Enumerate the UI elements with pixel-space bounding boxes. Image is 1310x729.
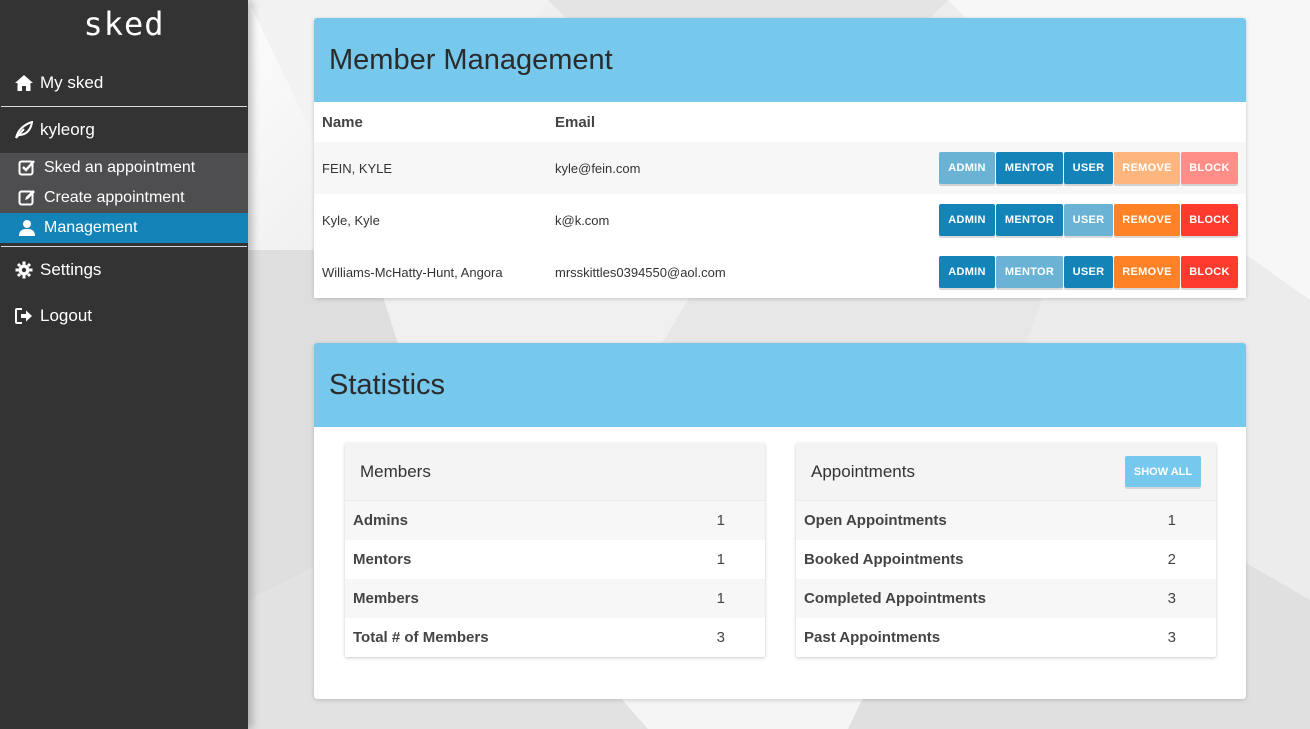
- nav-settings[interactable]: Settings: [0, 247, 248, 293]
- table-row: FEIN, KYLE kyle@fein.com ADMIN MENTOR US…: [314, 142, 1246, 194]
- stat-label: Booked Appointments: [804, 551, 964, 568]
- admin-button[interactable]: ADMIN: [939, 256, 995, 288]
- nav-create-appointment-label: Create appointment: [44, 189, 185, 206]
- stat-value: 1: [716, 551, 725, 568]
- user-button[interactable]: USER: [1064, 256, 1113, 288]
- remove-button[interactable]: REMOVE: [1114, 256, 1180, 288]
- remove-button[interactable]: REMOVE: [1114, 204, 1180, 236]
- members-stat-card: Members Admins 1 Mentors 1 Members 1 Tot…: [345, 443, 765, 657]
- stat-value: 3: [716, 629, 725, 646]
- home-icon: [14, 73, 34, 93]
- logout-icon: [14, 306, 34, 326]
- statistics-body: Members Admins 1 Mentors 1 Members 1 Tot…: [314, 427, 1246, 699]
- stat-label: Open Appointments: [804, 512, 947, 529]
- stat-row: Admins 1: [345, 501, 765, 540]
- block-button[interactable]: BLOCK: [1181, 152, 1238, 184]
- stat-label: Total # of Members: [353, 629, 489, 646]
- stat-row: Open Appointments 1: [796, 501, 1216, 540]
- stat-value: 1: [716, 590, 725, 607]
- member-email: mrsskittles0394550@aol.com: [547, 246, 847, 298]
- column-header-email: Email: [547, 102, 847, 142]
- member-actions: ADMIN MENTOR USER REMOVE BLOCK: [847, 142, 1246, 194]
- nav-my-sked-label: My sked: [40, 73, 104, 92]
- nav-create-appointment[interactable]: Create appointment: [0, 183, 248, 213]
- admin-button[interactable]: ADMIN: [939, 204, 995, 236]
- table-header-row: Name Email: [314, 102, 1246, 142]
- nav-management[interactable]: Management: [0, 213, 248, 243]
- nav-my-sked[interactable]: My sked: [0, 60, 248, 106]
- nav-org[interactable]: kyleorg: [0, 107, 248, 153]
- sidebar: sked My sked kyleorg Sked an appointment…: [0, 0, 248, 729]
- nav-logout-label: Logout: [40, 306, 92, 325]
- nav-management-label: Management: [44, 219, 138, 236]
- appointments-stat-title: Appointments: [811, 461, 915, 481]
- stat-label: Admins: [353, 512, 409, 529]
- members-stat-header: Members: [345, 443, 765, 501]
- leaf-icon: [14, 120, 34, 140]
- member-email: kyle@fein.com: [547, 142, 847, 194]
- member-actions: ADMIN MENTOR USER REMOVE BLOCK: [847, 246, 1246, 298]
- stat-label: Past Appointments: [804, 629, 941, 646]
- mentor-button[interactable]: MENTOR: [996, 204, 1063, 236]
- gear-icon: [14, 260, 34, 280]
- org-subnav: Sked an appointment Create appointment M…: [0, 153, 248, 243]
- stat-row: Mentors 1: [345, 540, 765, 579]
- stat-value: 1: [716, 512, 725, 529]
- member-name: Williams-McHatty-Hunt, Angora: [314, 246, 547, 298]
- stat-row: Booked Appointments 2: [796, 540, 1216, 579]
- members-stat-title: Members: [360, 461, 431, 481]
- mentor-button[interactable]: MENTOR: [996, 256, 1063, 288]
- mentor-button[interactable]: MENTOR: [996, 152, 1063, 184]
- stat-row: Completed Appointments 3: [796, 579, 1216, 618]
- stat-label: Members: [353, 590, 419, 607]
- user-icon: [18, 219, 38, 237]
- nav-sked-appointment-label: Sked an appointment: [44, 159, 196, 176]
- remove-button[interactable]: REMOVE: [1114, 152, 1180, 184]
- block-button[interactable]: BLOCK: [1181, 256, 1238, 288]
- appointments-stat-header: Appointments SHOW ALL: [796, 443, 1216, 501]
- brand-logo[interactable]: sked: [0, 0, 248, 48]
- member-name: Kyle, Kyle: [314, 194, 547, 246]
- statistics-title: Statistics: [314, 343, 1246, 427]
- admin-button[interactable]: ADMIN: [939, 152, 995, 184]
- member-email: k@k.com: [547, 194, 847, 246]
- nav-sked-appointment[interactable]: Sked an appointment: [0, 153, 248, 183]
- user-button[interactable]: USER: [1064, 152, 1113, 184]
- edit-icon: [18, 189, 38, 207]
- nav-org-label: kyleorg: [40, 120, 95, 139]
- stat-label: Completed Appointments: [804, 590, 986, 607]
- nav-settings-label: Settings: [40, 260, 102, 279]
- block-button[interactable]: BLOCK: [1181, 204, 1238, 236]
- stat-value: 2: [1167, 551, 1176, 568]
- column-header-actions: [847, 102, 1246, 142]
- table-row: Kyle, Kyle k@k.com ADMIN MENTOR USER REM…: [314, 194, 1246, 246]
- show-all-button[interactable]: SHOW ALL: [1125, 456, 1201, 487]
- stat-row: Past Appointments 3: [796, 618, 1216, 657]
- member-management-panel: Member Management Name Email FEIN, KYLE …: [314, 18, 1246, 298]
- table-row: Williams-McHatty-Hunt, Angora mrsskittle…: [314, 246, 1246, 298]
- member-name: FEIN, KYLE: [314, 142, 547, 194]
- members-table: Name Email FEIN, KYLE kyle@fein.com ADMI…: [314, 102, 1246, 298]
- statistics-panel: Statistics Members Admins 1 Mentors 1 Me…: [314, 343, 1246, 699]
- user-button[interactable]: USER: [1064, 204, 1113, 236]
- stat-label: Mentors: [353, 551, 412, 568]
- member-actions: ADMIN MENTOR USER REMOVE BLOCK: [847, 194, 1246, 246]
- stat-value: 3: [1167, 629, 1176, 646]
- stat-value: 1: [1167, 512, 1176, 529]
- stat-row: Members 1: [345, 579, 765, 618]
- column-header-name: Name: [314, 102, 547, 142]
- stat-row: Total # of Members 3: [345, 618, 765, 657]
- member-management-title: Member Management: [314, 18, 1246, 102]
- appointments-stat-card: Appointments SHOW ALL Open Appointments …: [796, 443, 1216, 657]
- stat-value: 3: [1167, 590, 1176, 607]
- checkbox-icon: [18, 159, 38, 177]
- nav-logout[interactable]: Logout: [0, 293, 248, 339]
